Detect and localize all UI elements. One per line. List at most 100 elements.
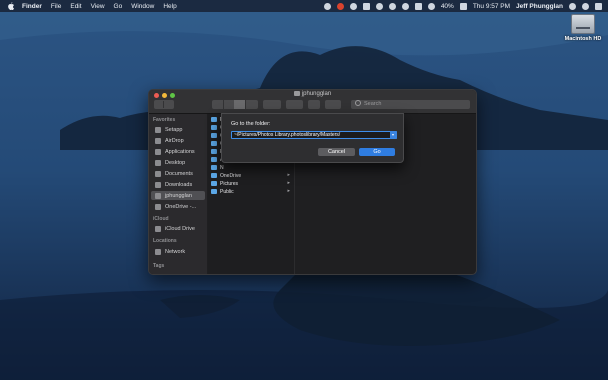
folder-icon (211, 125, 217, 130)
desktop-icon (155, 159, 161, 166)
network-icon (155, 248, 161, 255)
menu-finder[interactable]: Finder (22, 3, 42, 10)
applications-icon (155, 148, 161, 155)
folder-icon (211, 157, 217, 162)
spotlight-icon[interactable] (569, 2, 576, 10)
setapp-icon (155, 126, 161, 133)
icloud-icon (155, 225, 161, 232)
sidebar-item-label: iCloud Drive (165, 225, 195, 232)
item-label: Public (220, 188, 234, 195)
search-icon (355, 99, 361, 106)
sidebar-header-favorites: Favorites (153, 117, 176, 123)
sidebar: Favorites Setapp AirDrop Applications De… (149, 114, 207, 274)
menu-help[interactable]: Help (163, 3, 176, 10)
menu-extra-icon[interactable] (362, 2, 370, 10)
home-folder-icon (293, 91, 300, 96)
sidebar-header-tags: Tags (153, 263, 165, 269)
folder-icon (211, 165, 217, 170)
go-to-folder-sheet: Go to the folder: ~/Pictures/Photos Libr… (221, 113, 404, 163)
hard-drive-icon (571, 14, 595, 34)
recent-folders-dropdown[interactable] (390, 131, 397, 139)
list-item[interactable]: Pictures ▸ (211, 180, 293, 187)
sidebar-item-label: OneDrive -... (165, 203, 197, 210)
desktop-disk[interactable]: Macintosh HD (565, 14, 601, 42)
app-status-icon[interactable] (336, 2, 344, 10)
folder-path-value: ~/Pictures/Photos Library.photoslibrary/… (234, 132, 341, 138)
sidebar-item-label: Downloads (165, 181, 193, 188)
search-field[interactable]: Search (351, 99, 470, 109)
menu-edit[interactable]: Edit (70, 3, 81, 10)
folder-path-input[interactable]: ~/Pictures/Photos Library.photoslibrary/… (231, 131, 397, 139)
sidebar-item-airdrop[interactable]: AirDrop (155, 136, 205, 145)
back-forward-buttons[interactable] (154, 100, 174, 109)
item-label: Pictures (220, 180, 239, 187)
folder-icon (211, 173, 217, 178)
sidebar-item-label: Applications (165, 148, 195, 155)
sidebar-item-downloads[interactable]: Downloads (155, 180, 205, 189)
folder-icon (211, 141, 217, 146)
sidebar-item-label: Network (165, 248, 186, 255)
cloud-icon[interactable] (349, 2, 357, 10)
wifi-icon[interactable] (401, 2, 409, 10)
user-name[interactable]: Jeff Phungglan (516, 3, 563, 10)
airdrop-icon (155, 137, 161, 144)
list-item[interactable]: N (211, 164, 293, 171)
apple-menu-icon[interactable] (7, 2, 15, 10)
folder-icon (211, 133, 217, 138)
sidebar-item-label: jphungglan (165, 192, 192, 199)
search-placeholder: Search (364, 101, 382, 107)
list-item[interactable]: Public ▸ (211, 188, 293, 195)
gallery-view-button[interactable] (245, 100, 256, 109)
battery-icon[interactable] (459, 2, 467, 10)
title-bar[interactable]: jphungglan Search (149, 90, 476, 114)
siri-icon[interactable] (582, 2, 589, 10)
menu-view[interactable]: View (91, 3, 105, 10)
menu-file[interactable]: File (51, 3, 61, 10)
folder-icon (211, 189, 217, 194)
sidebar-item-label: Desktop (165, 159, 186, 166)
timemachine-icon[interactable] (375, 2, 383, 10)
dropbox-icon[interactable] (323, 2, 331, 10)
menu-go[interactable]: Go (114, 3, 123, 10)
clock[interactable]: Thu 9:57 PM (473, 3, 510, 10)
volume-icon[interactable] (427, 2, 435, 10)
window-title: jphungglan (149, 91, 476, 97)
view-mode-buttons[interactable] (212, 100, 258, 109)
chevron-right-icon: ▸ (287, 188, 290, 194)
go-button[interactable]: Go (359, 148, 395, 156)
cancel-button[interactable]: Cancel (318, 148, 355, 156)
downloads-icon (155, 181, 161, 188)
sheet-prompt: Go to the folder: (231, 121, 271, 127)
sidebar-item-icloud-drive[interactable]: iCloud Drive (155, 224, 205, 233)
tags-button[interactable] (325, 100, 341, 109)
sidebar-item-label: Setapp (165, 126, 183, 133)
sidebar-item-documents[interactable]: Documents (155, 169, 205, 178)
sidebar-item-label: AirDrop (165, 137, 184, 144)
notification-center-icon[interactable] (595, 2, 602, 10)
sidebar-item-setapp[interactable]: Setapp (155, 125, 205, 134)
sidebar-item-label: Documents (165, 170, 193, 177)
share-button[interactable] (308, 100, 320, 109)
menu-bar: Finder File Edit View Go Window Help 40%… (0, 0, 608, 12)
home-icon (155, 192, 161, 199)
airplay-icon[interactable] (414, 2, 422, 10)
documents-icon (155, 170, 161, 177)
item-label: N (220, 164, 224, 171)
onedrive-icon (155, 203, 161, 210)
sidebar-item-home[interactable]: jphungglan (151, 191, 205, 200)
status-area: 40% Thu 9:57 PM Jeff Phungglan (323, 0, 602, 12)
sidebar-item-applications[interactable]: Applications (155, 147, 205, 156)
disk-label: Macintosh HD (564, 36, 602, 42)
menu-window[interactable]: Window (131, 3, 154, 10)
action-button[interactable] (286, 100, 303, 109)
sidebar-header-locations: Locations (153, 238, 177, 244)
sidebar-item-network[interactable]: Network (155, 247, 205, 256)
bluetooth-icon[interactable] (388, 2, 396, 10)
group-button[interactable] (263, 100, 281, 109)
folder-icon (211, 181, 217, 186)
sidebar-item-desktop[interactable]: Desktop (155, 158, 205, 167)
list-item[interactable]: OneDrive ▸ (211, 172, 293, 179)
sidebar-item-onedrive[interactable]: OneDrive -... (155, 202, 205, 211)
window-title-text: jphungglan (301, 91, 332, 98)
battery-percent[interactable]: 40% (441, 3, 454, 10)
